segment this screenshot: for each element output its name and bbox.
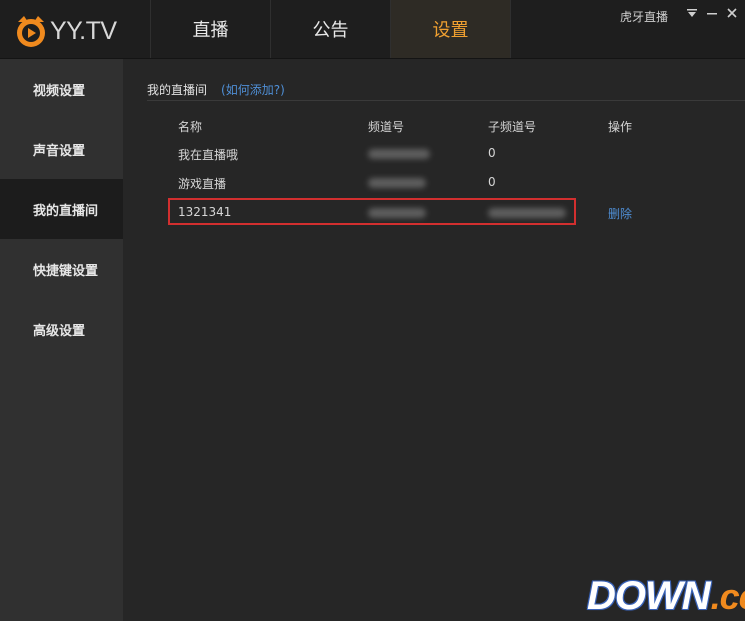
watermark-text: DOWN bbox=[587, 574, 711, 618]
room-name: 虎牙直播 bbox=[620, 10, 669, 24]
delete-room-link[interactable]: 删除 bbox=[608, 205, 632, 222]
close-icon[interactable] bbox=[723, 4, 741, 22]
section-header: 我的直播间 (如何添加?) bbox=[147, 81, 285, 98]
watermark-logo: DOWN .cc bbox=[587, 574, 745, 619]
sidebar-item-my-room[interactable]: 我的直播间 bbox=[0, 179, 123, 239]
room-name-cell: 我在直播哦 bbox=[178, 148, 239, 162]
minimize-icon[interactable] bbox=[703, 4, 721, 22]
sidebar-item-audio[interactable]: 声音设置 bbox=[0, 119, 123, 179]
logo-text: YY.TV bbox=[50, 16, 117, 45]
subchannel-cell: 0 bbox=[488, 175, 496, 189]
column-header-channel: 频道号 bbox=[368, 120, 405, 134]
room-name-cell: 游戏直播 bbox=[178, 177, 227, 191]
channel-id-redacted bbox=[368, 178, 426, 188]
header-divider bbox=[147, 100, 745, 101]
settings-sidebar: 视频设置 声音设置 我的直播间 快捷键设置 高级设置 bbox=[0, 59, 123, 621]
app-logo: YY.TV bbox=[14, 14, 144, 48]
sidebar-item-hotkeys[interactable]: 快捷键设置 bbox=[0, 239, 123, 299]
main-nav: 直播 公告 设置 bbox=[150, 0, 511, 58]
tab-live[interactable]: 直播 bbox=[150, 0, 270, 58]
title-bar: YY.TV 直播 公告 设置 虎牙直播 bbox=[0, 0, 745, 59]
highlight-box bbox=[168, 198, 576, 225]
column-header-subchannel: 子频道号 bbox=[488, 120, 537, 134]
dropdown-menu-icon[interactable] bbox=[683, 4, 701, 22]
subchannel-cell: 0 bbox=[488, 146, 496, 160]
channel-id-redacted bbox=[368, 149, 430, 159]
settings-content: 我的直播间 (如何添加?) 名称 频道号 子频道号 操作 我在直播哦 0 游戏直… bbox=[123, 59, 745, 621]
section-title: 我的直播间 bbox=[147, 83, 208, 97]
watermark-suffix: .cc bbox=[710, 575, 745, 617]
sidebar-item-video[interactable]: 视频设置 bbox=[0, 59, 123, 119]
tab-announcement[interactable]: 公告 bbox=[270, 0, 390, 58]
column-header-action: 操作 bbox=[608, 120, 633, 134]
how-to-add-link[interactable]: (如何添加?) bbox=[221, 81, 285, 98]
column-header-name: 名称 bbox=[178, 120, 203, 134]
logo-icon bbox=[14, 14, 48, 48]
sidebar-item-advanced[interactable]: 高级设置 bbox=[0, 299, 123, 359]
tab-settings[interactable]: 设置 bbox=[390, 0, 511, 58]
